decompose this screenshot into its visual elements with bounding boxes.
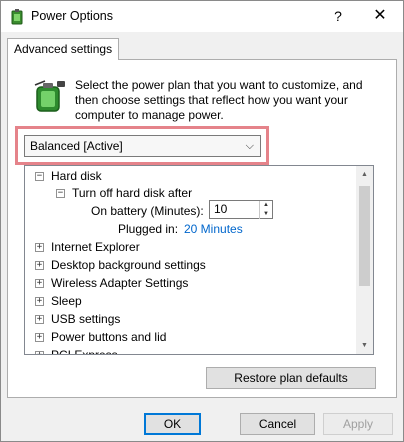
tree-item-usb-settings[interactable]: + USB settings [25,310,355,328]
cancel-button[interactable]: Cancel [240,413,315,435]
chevron-down-icon: ⌵ [245,140,254,152]
tree-item-label: Power buttons and lid [51,330,167,344]
on-battery-minutes-spinner[interactable]: 10 ▲ ▼ [209,200,273,219]
tree-item-label: Wireless Adapter Settings [51,276,189,290]
tree-item-turn-off-hard-disk[interactable]: − Turn off hard disk after [25,184,355,202]
spinner-up-icon[interactable]: ▲ [259,201,272,210]
tree-item-wireless-adapter[interactable]: + Wireless Adapter Settings [25,274,355,292]
help-button[interactable]: ? [324,4,352,28]
power-plan-dropdown[interactable]: Balanced [Active] ⌵ [24,135,261,157]
ok-button[interactable]: OK [144,413,201,435]
power-options-icon [11,9,23,25]
tab-advanced-settings[interactable]: Advanced settings [7,38,120,60]
expand-icon[interactable]: + [35,351,44,354]
tree-item-label: Internet Explorer [51,240,140,254]
tree-scrollbar[interactable]: ▲ ▼ [356,166,373,354]
title-bar: Power Options ? ✕ [1,1,403,32]
tree-item-power-buttons-lid[interactable]: + Power buttons and lid [25,328,355,346]
scroll-up-icon[interactable]: ▲ [356,166,373,183]
tree-item-label: PCI Express [51,348,118,355]
tree-item-label: Hard disk [51,169,102,183]
plugged-in-value-link[interactable]: 20 Minutes [184,220,243,238]
settings-tree: − Hard disk − Turn off hard disk after O… [24,165,374,355]
tree-item-on-battery: On battery (Minutes): [25,202,355,220]
scroll-down-icon[interactable]: ▼ [356,337,373,354]
plugged-in-label: Plugged in: [118,222,179,236]
expand-icon[interactable]: + [35,297,44,306]
tree-item-pci-express[interactable]: + PCI Express [25,346,355,355]
window-title: Power Options [31,9,113,23]
power-options-window: Power Options ? ✕ Advanced settings Sele… [0,0,404,442]
expand-icon[interactable]: + [35,261,44,270]
tree-item-label: Sleep [51,294,82,308]
battery-plug-icon [34,80,65,112]
collapse-icon[interactable]: − [56,189,65,198]
tree-item-hard-disk[interactable]: − Hard disk [25,167,355,185]
on-battery-label: On battery (Minutes): [91,204,204,218]
tree-item-desktop-background[interactable]: + Desktop background settings [25,256,355,274]
tree-item-label: USB settings [51,312,121,326]
tree-item-internet-explorer[interactable]: + Internet Explorer [25,238,355,256]
collapse-icon[interactable]: − [35,172,44,181]
close-button[interactable]: ✕ [366,4,394,28]
tree-item-plugged-in: Plugged in: 20 Minutes [25,220,355,238]
scrollbar-thumb[interactable] [359,186,370,286]
tree-item-label: Turn off hard disk after [72,186,193,200]
expand-icon[interactable]: + [35,315,44,324]
expand-icon[interactable]: + [35,243,44,252]
apply-button[interactable]: Apply [323,413,393,435]
power-plan-selected: Balanced [Active] [30,139,123,153]
spinner-down-icon[interactable]: ▼ [259,210,272,219]
on-battery-value[interactable]: 10 [214,202,227,216]
expand-icon[interactable]: + [35,333,44,342]
tree-item-label: Desktop background settings [51,258,206,272]
expand-icon[interactable]: + [35,279,44,288]
intro-text: Select the power plan that you want to c… [75,78,363,122]
tree-item-sleep[interactable]: + Sleep [25,292,355,310]
restore-plan-defaults-button[interactable]: Restore plan defaults [206,367,376,389]
